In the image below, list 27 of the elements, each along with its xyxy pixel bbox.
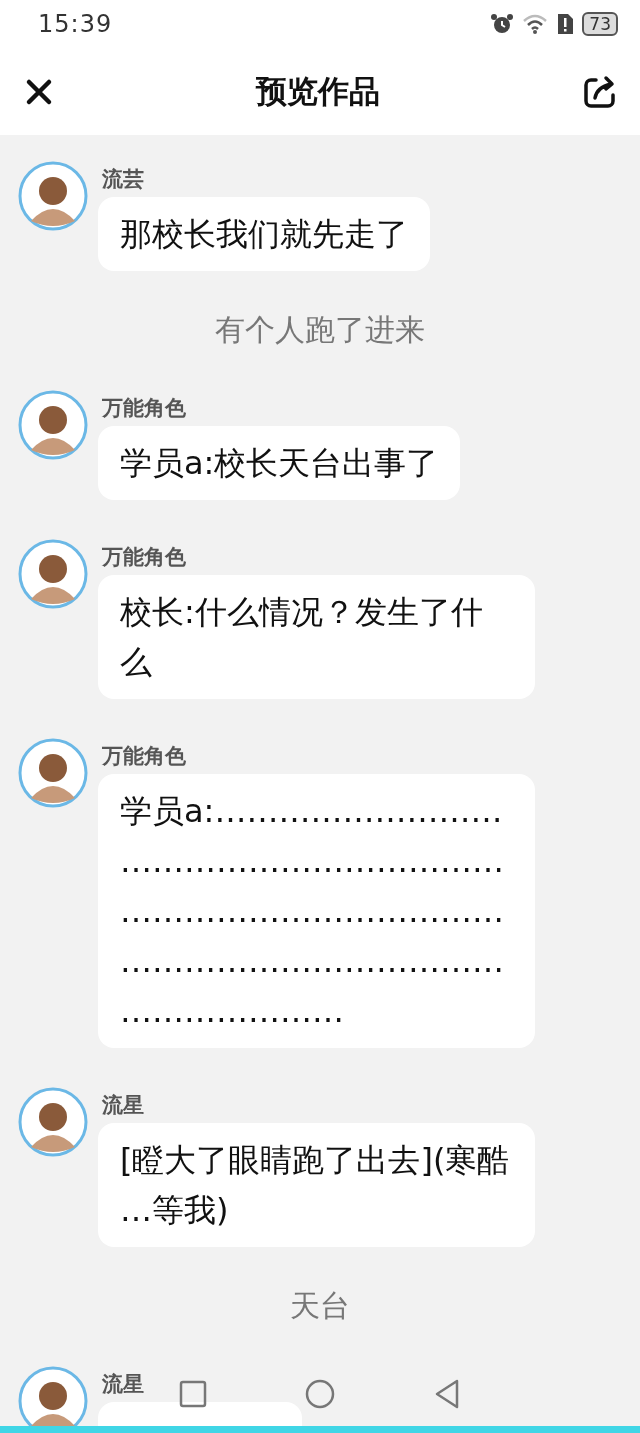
sender-name: 万能角色 [102, 544, 186, 571]
alarm-icon [490, 12, 515, 36]
sender-name: 流星 [102, 1371, 144, 1398]
message-bubble: 学员a:校长天台出事了 [98, 426, 461, 500]
avatar[interactable] [18, 390, 88, 460]
page-title: 预览作品 [256, 71, 380, 111]
battery-level: 73 [582, 12, 618, 36]
sender-name: 万能角色 [102, 743, 186, 770]
message-bubble: 那校长我们就先走了 [98, 197, 430, 271]
home-icon[interactable] [304, 1378, 336, 1410]
message-bubble: 校长:什么情况？发生了什么 [98, 575, 535, 699]
avatar[interactable] [18, 161, 88, 231]
message-bubble: 学员a:………………………………………………………………………………………………………………………………………… [98, 774, 535, 1048]
sim-alert-icon [556, 12, 575, 36]
narration-text: 有个人跑了进来 [215, 311, 425, 349]
share-icon[interactable] [582, 73, 618, 110]
sender-name: 流芸 [102, 166, 144, 193]
status-time: 15:39 [38, 10, 113, 38]
avatar[interactable] [18, 539, 88, 609]
sender-name: 万能角色 [102, 395, 186, 422]
narration-text: 天台 [290, 1287, 350, 1325]
avatar[interactable] [18, 738, 88, 808]
message-bubble: [瞪大了眼睛跑了出去](寒酷…等我) [98, 1123, 535, 1247]
wifi-icon [522, 13, 549, 35]
avatar[interactable] [18, 1087, 88, 1157]
sender-name: 流星 [102, 1092, 144, 1119]
recents-icon[interactable] [178, 1380, 207, 1408]
